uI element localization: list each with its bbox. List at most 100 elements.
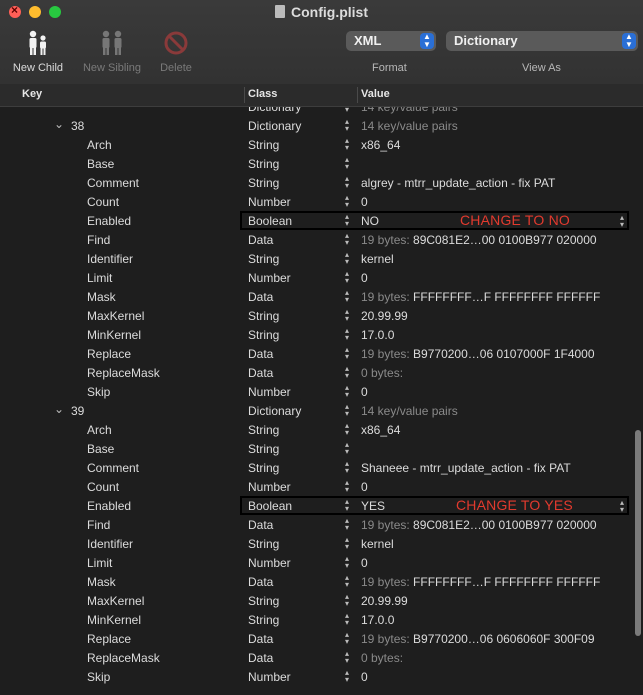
row-value[interactable]: 0: [361, 556, 368, 570]
row-value[interactable]: 14 key/value pairs: [361, 107, 458, 114]
new-sibling-button[interactable]: New Sibling: [78, 28, 146, 74]
outline-row[interactable]: Base String ▴ ▾: [0, 439, 630, 458]
outline-row[interactable]: Comment String ▴ ▾ Shaneee - mtrr_update_act…: [0, 458, 630, 477]
outline-row[interactable]: Arch String ▴ ▾ x86_64: [0, 135, 630, 154]
class-popup-arrows-icon[interactable]: ▴▾: [345, 232, 349, 247]
disclosure-chevron-icon[interactable]: ⌄: [54, 402, 64, 416]
value-column-header[interactable]: Value: [361, 88, 390, 100]
row-value[interactable]: 20.99.99: [361, 594, 408, 608]
view-as-popup[interactable]: Dictionary ▲ ▼: [446, 31, 638, 51]
disclosure-chevron-icon[interactable]: ⌄: [54, 117, 64, 131]
row-value[interactable]: 19 bytes: B9770200…06 0606060F 300F09: [361, 632, 595, 646]
class-popup-arrows-icon[interactable]: ▴▾: [345, 517, 349, 532]
class-popup-arrows-icon[interactable]: ▴▾: [345, 308, 349, 323]
row-value[interactable]: 17.0.0: [361, 613, 394, 627]
outline-row[interactable]: Base String ▴ ▾: [0, 154, 630, 173]
outline-row[interactable]: MinKernel String ▴ ▾ 17.0.0: [0, 325, 630, 344]
delete-button[interactable]: Delete: [150, 28, 202, 74]
class-popup-arrows-icon[interactable]: ▴▾: [345, 403, 349, 418]
outline-row[interactable]: Limit Number ▴ ▾ 0: [0, 268, 630, 287]
class-popup-arrows-icon[interactable]: ▴▾: [345, 650, 349, 665]
row-value[interactable]: 0: [361, 271, 368, 285]
row-value[interactable]: 0: [361, 670, 368, 684]
class-popup-arrows-icon[interactable]: ▴▾: [345, 460, 349, 475]
class-popup-arrows-icon[interactable]: ▴▾: [345, 441, 349, 456]
class-popup-arrows-icon[interactable]: ▴▾: [345, 631, 349, 646]
outline-row[interactable]: Comment String ▴ ▾ algrey - mtrr_update_acti…: [0, 173, 630, 192]
outline-row[interactable]: Arch String ▴ ▾ x86_64: [0, 420, 630, 439]
class-popup-arrows-icon[interactable]: ▴▾: [345, 175, 349, 190]
outline-row[interactable]: Limit Number ▴ ▾ 0: [0, 553, 630, 572]
class-popup-arrows-icon[interactable]: ▴▾: [345, 289, 349, 304]
class-popup-arrows-icon[interactable]: ▴▾: [345, 118, 349, 133]
row-value[interactable]: 0: [361, 195, 368, 209]
row-value[interactable]: kernel: [361, 537, 394, 551]
class-popup-arrows-icon[interactable]: ▴▾: [345, 536, 349, 551]
row-value[interactable]: algrey - mtrr_update_action - fix PAT: [361, 176, 555, 190]
class-popup-arrows-icon[interactable]: ▴▾: [345, 107, 349, 114]
plist-outline[interactable]: Dictionary ▴▾ 14 key/value pairs ⌄ 38 Diction…: [0, 107, 643, 695]
row-value[interactable]: 0: [361, 480, 368, 494]
outline-row[interactable]: MaxKernel String ▴ ▾ 20.99.99: [0, 306, 630, 325]
row-value[interactable]: 0 bytes:: [361, 651, 403, 665]
outline-row[interactable]: Mask Data ▴ ▾ 19 bytes: FFFFFFFF…F FFFFFFFF …: [0, 287, 630, 306]
class-popup-arrows-icon[interactable]: ▴▾: [345, 593, 349, 608]
class-popup-arrows-icon[interactable]: ▴▾: [345, 384, 349, 399]
outline-row[interactable]: MinKernel String ▴ ▾ 17.0.0: [0, 610, 630, 629]
row-value[interactable]: x86_64: [361, 423, 400, 437]
row-value[interactable]: 14 key/value pairs: [361, 119, 458, 133]
outline-row[interactable]: ReplaceMask Data ▴ ▾ 0 bytes:: [0, 648, 630, 667]
class-popup-arrows-icon[interactable]: ▴▾: [345, 156, 349, 171]
row-value[interactable]: 0 bytes:: [361, 366, 403, 380]
class-popup-arrows-icon[interactable]: ▴▾: [345, 669, 349, 684]
class-popup-arrows-icon[interactable]: ▴▾: [345, 612, 349, 627]
class-popup-arrows-icon[interactable]: ▴▾: [345, 346, 349, 361]
outline-row[interactable]: Mask Data ▴ ▾ 19 bytes: FFFFFFFF…F FFFFFFFF …: [0, 572, 630, 591]
row-value[interactable]: 17.0.0: [361, 328, 394, 342]
outline-row[interactable]: ReplaceMask Data ▴ ▾ 0 bytes:: [0, 363, 630, 382]
new-child-button[interactable]: New Child: [8, 28, 68, 74]
outline-row[interactable]: ⌄ 38 Dictionary ▴ ▾ 14 key/value pairs: [0, 116, 630, 135]
class-popup-arrows-icon[interactable]: ▴▾: [345, 574, 349, 589]
class-popup-arrows-icon[interactable]: ▴▾: [345, 137, 349, 152]
outline-row[interactable]: MaxKernel String ▴ ▾ 20.99.99: [0, 591, 630, 610]
class-popup-arrows-icon[interactable]: ▴▾: [345, 327, 349, 342]
key-column-header[interactable]: Key: [22, 88, 42, 100]
row-value[interactable]: 19 bytes: FFFFFFFF…F FFFFFFFF FFFFFF: [361, 290, 600, 304]
outline-row[interactable]: Find Data ▴ ▾ 19 bytes: 89C081E2…00 0100B977…: [0, 230, 630, 249]
row-value[interactable]: Shaneee - mtrr_update_action - fix PAT: [361, 461, 571, 475]
outline-row[interactable]: Dictionary ▴▾ 14 key/value pairs: [0, 107, 630, 116]
row-value[interactable]: 19 bytes: 89C081E2…00 0100B977 020000: [361, 233, 597, 247]
class-popup-arrows-icon[interactable]: ▴▾: [345, 479, 349, 494]
outline-row[interactable]: Replace Data ▴ ▾ 19 bytes: B9770200…06 06060…: [0, 629, 630, 648]
row-value[interactable]: 19 bytes: B9770200…06 0107000F 1F4000: [361, 347, 595, 361]
outline-row[interactable]: Identifier String ▴ ▾ kernel: [0, 534, 630, 553]
outline-row[interactable]: Enabled Boolean ▴ ▾ NO CHANGE TO NO: [0, 211, 630, 230]
outline-row[interactable]: Skip Number ▴ ▾ 0: [0, 382, 630, 401]
row-value[interactable]: 20.99.99: [361, 309, 408, 323]
outline-row[interactable]: Identifier String ▴ ▾ kernel: [0, 249, 630, 268]
outline-row[interactable]: Enabled Boolean ▴ ▾ YES CHANGE TO YES: [0, 496, 630, 515]
row-value[interactable]: 19 bytes: 89C081E2…00 0100B977 020000: [361, 518, 597, 532]
row-value[interactable]: YES: [361, 499, 385, 513]
outline-row[interactable]: ⌄ 39 Dictionary ▴ ▾ 14 key/value pairs: [0, 401, 630, 420]
outline-row[interactable]: Count Number ▴ ▾ 0: [0, 192, 630, 211]
class-popup-arrows-icon[interactable]: ▴▾: [345, 213, 349, 228]
row-value[interactable]: 0: [361, 385, 368, 399]
class-popup-arrows-icon[interactable]: ▴▾: [345, 270, 349, 285]
outline-row[interactable]: Find Data ▴ ▾ 19 bytes: 89C081E2…00 0100B977…: [0, 515, 630, 534]
class-popup-arrows-icon[interactable]: ▴▾: [345, 194, 349, 209]
row-value[interactable]: x86_64: [361, 138, 400, 152]
class-popup-arrows-icon[interactable]: ▴▾: [345, 251, 349, 266]
class-column-header[interactable]: Class: [248, 88, 277, 100]
outline-row[interactable]: Replace Data ▴ ▾ 19 bytes: B9770200…06 01070…: [0, 344, 630, 363]
row-value[interactable]: NO: [361, 214, 379, 228]
row-value[interactable]: 14 key/value pairs: [361, 404, 458, 418]
format-popup[interactable]: XML ▲ ▼: [346, 31, 436, 51]
vertical-scrollbar[interactable]: [635, 430, 641, 636]
row-value[interactable]: 19 bytes: FFFFFFFF…F FFFFFFFF FFFFFF: [361, 575, 600, 589]
outline-row[interactable]: Count Number ▴ ▾ 0: [0, 477, 630, 496]
outline-row[interactable]: Skip Number ▴ ▾ 0: [0, 667, 630, 686]
row-value[interactable]: kernel: [361, 252, 394, 266]
column-divider[interactable]: [244, 87, 245, 103]
